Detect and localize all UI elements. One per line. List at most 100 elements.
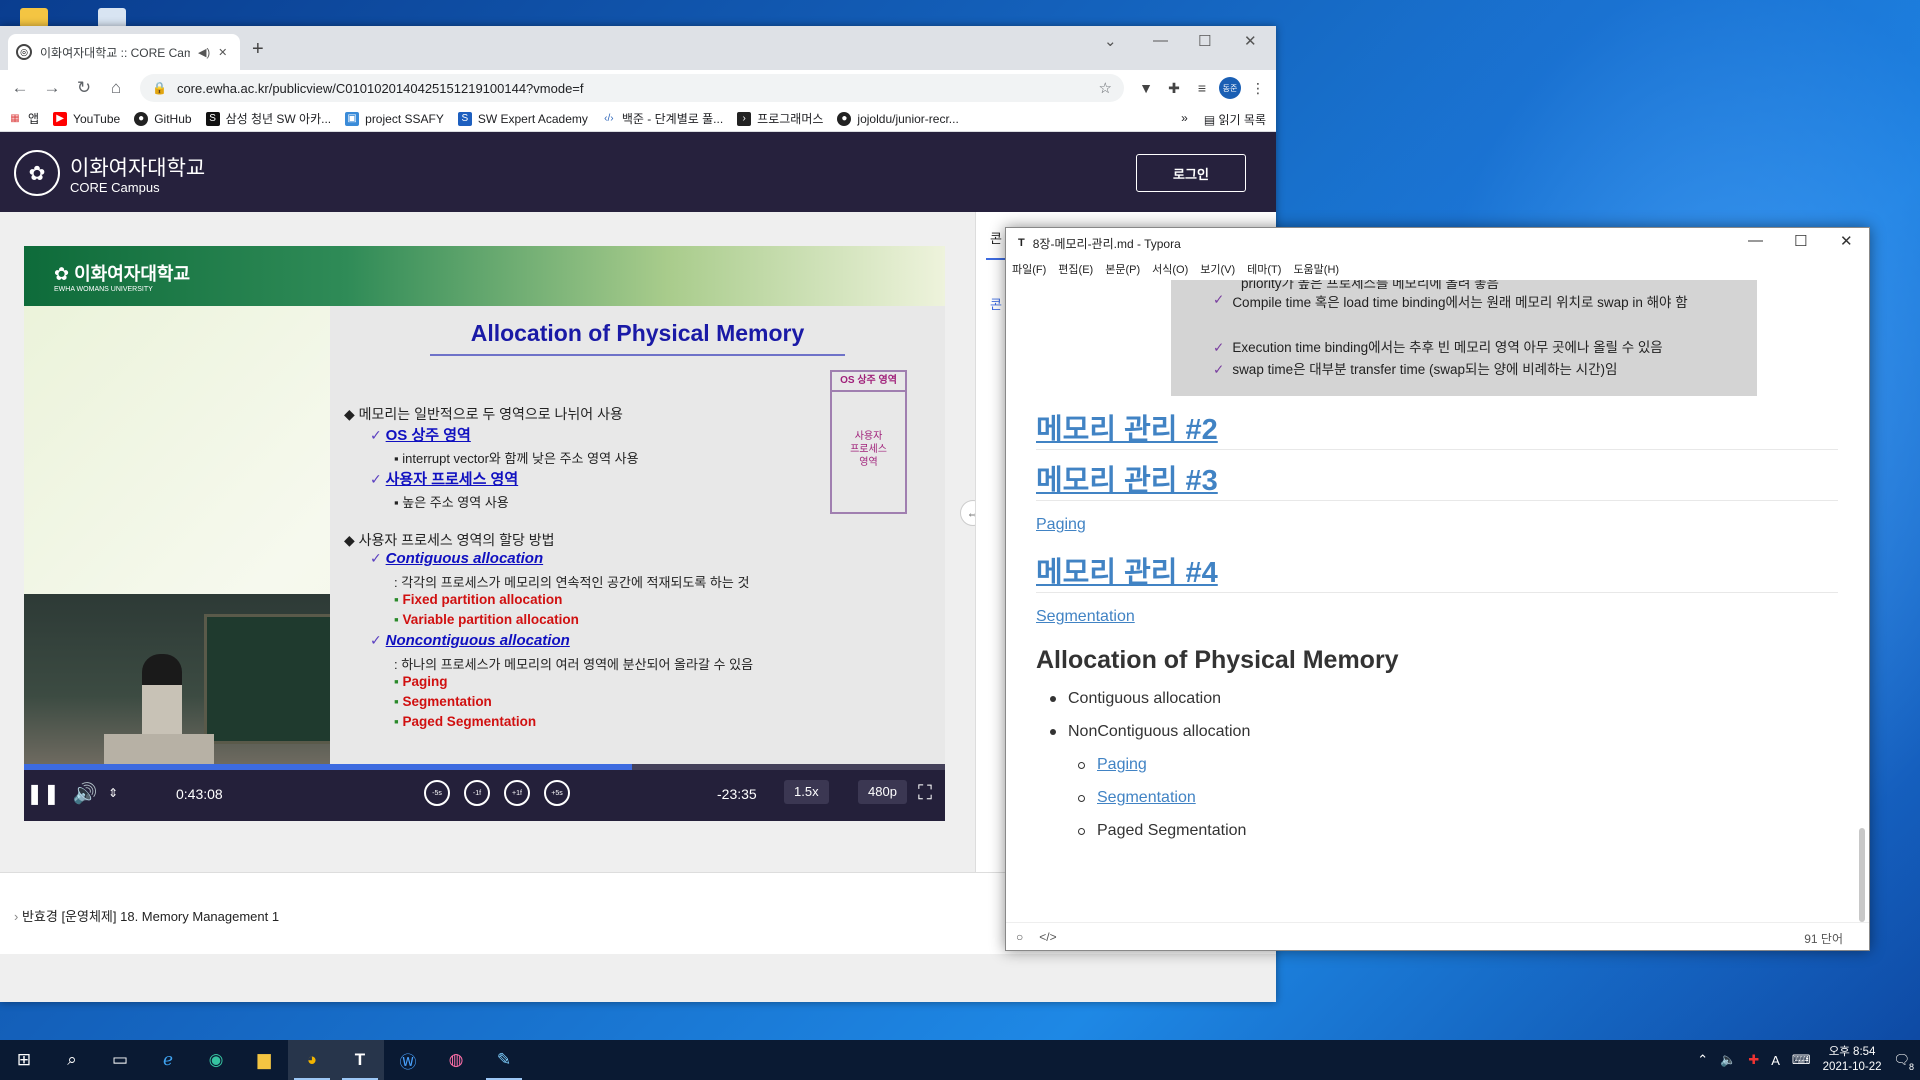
login-button[interactable]: 로그인 bbox=[1136, 154, 1246, 192]
reading-list-button[interactable]: ▤ 읽기 목록 bbox=[1204, 111, 1266, 128]
close-tab-icon[interactable]: ✕ bbox=[218, 46, 227, 59]
bookmark-programmers[interactable]: › 프로그래머스 bbox=[737, 110, 823, 127]
camera-app-icon[interactable]: ◍ bbox=[432, 1040, 480, 1080]
check-icon: ✓ bbox=[370, 632, 386, 648]
forward-5s-icon[interactable]: +5s bbox=[544, 780, 570, 806]
fullscreen-icon[interactable]: ⛶ bbox=[912, 780, 938, 806]
extensions-puzzle-icon[interactable]: ✚ bbox=[1162, 76, 1186, 100]
url-text[interactable]: core.ewha.ac.kr/publicview/C010102014042… bbox=[177, 81, 1089, 96]
speaker-icon[interactable]: ◀) bbox=[198, 46, 210, 59]
ewha-logo-icon[interactable]: ✿ bbox=[14, 150, 60, 196]
clock[interactable]: 오후 8:54 2021-10-22 bbox=[1823, 1045, 1882, 1075]
media-control-icon[interactable]: ≡ bbox=[1190, 76, 1214, 100]
folder-desktop-icon[interactable] bbox=[20, 8, 48, 28]
scrollbar[interactable] bbox=[1859, 828, 1865, 922]
bookmark-jojoldu[interactable]: ● jojoldu/junior-recr... bbox=[837, 111, 959, 126]
maximize-button[interactable]: ☐ bbox=[1198, 32, 1211, 50]
menu-file[interactable]: 파일(F) bbox=[1012, 261, 1046, 277]
typora-document[interactable]: priority가 높은 프로세스를 메모리에 올려 놓음 ✓ Compile t… bbox=[1006, 280, 1862, 922]
rewind-1f-icon[interactable]: -1f bbox=[464, 780, 490, 806]
notification-icon[interactable]: 🗨 8 bbox=[1893, 1052, 1914, 1072]
slide-line: ▪ Fixed partition allocation bbox=[394, 592, 563, 607]
app-w-icon[interactable]: Ⓦ bbox=[384, 1040, 432, 1080]
video-player[interactable]: ✿ 이화여자대학교 EWHA WOMANS UNIVERSITY Allocati… bbox=[24, 246, 945, 821]
lock-icon[interactable]: 🔒 bbox=[152, 81, 167, 95]
outline-circle-icon[interactable]: ○ bbox=[1016, 930, 1023, 944]
menu-dots-icon[interactable]: ⋮ bbox=[1246, 76, 1270, 100]
close-button[interactable]: ✕ bbox=[1840, 232, 1853, 250]
word-count[interactable]: 91 단어 bbox=[1804, 930, 1843, 947]
rewind-5s-icon[interactable]: -5s bbox=[424, 780, 450, 806]
menu-edit[interactable]: 편집(E) bbox=[1058, 261, 1093, 277]
volume-stepper-icon[interactable]: ⇕ bbox=[100, 780, 126, 806]
back-icon[interactable]: ← bbox=[6, 74, 34, 102]
bookmark-swea[interactable]: S SW Expert Academy bbox=[457, 111, 588, 126]
progress-bar[interactable] bbox=[24, 764, 945, 770]
speaker-icon[interactable]: 🔈 bbox=[1720, 1052, 1736, 1068]
bookmark-ssafy[interactable]: S 삼성 청년 SW 아카... bbox=[205, 110, 331, 127]
speed-button[interactable]: 1.5x bbox=[784, 780, 829, 804]
bookmark-apps[interactable]: ▦ 앱 bbox=[8, 110, 39, 127]
task-view-icon[interactable]: ▭ bbox=[96, 1040, 144, 1080]
menu-theme[interactable]: 테마(T) bbox=[1247, 261, 1281, 277]
chrome-taskbar-icon[interactable]: ◕ bbox=[288, 1040, 336, 1080]
heading-memory-2[interactable]: 메모리 관리 #2 bbox=[1036, 406, 1218, 448]
bookmark-project-ssafy[interactable]: ▣ project SSAFY bbox=[345, 111, 444, 126]
forward-1f-icon[interactable]: +1f bbox=[504, 780, 530, 806]
source-code-icon[interactable]: </> bbox=[1039, 930, 1056, 944]
reload-icon[interactable]: ↻ bbox=[70, 74, 98, 102]
keyboard-layout-icon[interactable]: ⌨ bbox=[1792, 1052, 1811, 1068]
heading-memory-4[interactable]: 메모리 관리 #4 bbox=[1036, 549, 1218, 591]
home-icon[interactable]: ⌂ bbox=[102, 74, 130, 102]
network-icon[interactable]: ✚ bbox=[1748, 1052, 1759, 1068]
more-bookmarks-button[interactable]: » bbox=[1181, 111, 1188, 128]
ime-indicator[interactable]: A bbox=[1771, 1053, 1780, 1068]
search-icon[interactable]: ⌕ bbox=[48, 1040, 96, 1080]
menu-paragraph[interactable]: 본문(P) bbox=[1105, 261, 1140, 277]
bookmark-baekjoon[interactable]: ‹/› 백준 - 단계별로 풀... bbox=[602, 110, 723, 127]
internet-explorer-icon[interactable]: ℯ bbox=[144, 1040, 192, 1080]
forward-icon[interactable]: → bbox=[38, 74, 66, 102]
bookmark-star-icon[interactable]: ☆ bbox=[1099, 79, 1112, 97]
paging-sublink[interactable]: Paging bbox=[1097, 756, 1147, 774]
minimize-button[interactable]: — bbox=[1748, 232, 1763, 249]
edge-icon[interactable]: ◉ bbox=[192, 1040, 240, 1080]
new-tab-button[interactable]: + bbox=[252, 38, 264, 61]
menu-format[interactable]: 서식(O) bbox=[1152, 261, 1188, 277]
minimize-button[interactable]: — bbox=[1153, 32, 1168, 49]
segmentation-link[interactable]: Segmentation bbox=[1036, 608, 1135, 626]
pause-icon[interactable]: ❚❚ bbox=[26, 780, 60, 806]
lecture-title[interactable]: › 반효경 [운영체제] 18. Memory Management 1 bbox=[14, 906, 279, 925]
quality-button[interactable]: 480p bbox=[858, 780, 907, 804]
player-controls: ❚❚ 🔊 ⇕ 0:43:08 -5s -1f +1f +5s -23:35 1.… bbox=[24, 764, 945, 821]
profile-avatar[interactable]: 동준 bbox=[1218, 76, 1242, 100]
segmentation-sublink[interactable]: Segmentation bbox=[1097, 789, 1196, 807]
browser-tab[interactable]: ◎ 이화여자대학교 :: CORE Campus ◀) ✕ bbox=[8, 34, 240, 70]
bookmarks-bar: ▦ 앱 ▶ YouTube ● GitHub S 삼성 청년 SW 아카... ▣ pro… bbox=[0, 106, 1276, 132]
check-icon: ✓ bbox=[370, 550, 386, 566]
menu-view[interactable]: 보기(V) bbox=[1200, 261, 1235, 277]
paint-app-icon[interactable]: ✎ bbox=[480, 1040, 528, 1080]
paging-link[interactable]: Paging bbox=[1036, 516, 1086, 534]
volume-icon[interactable]: 🔊 bbox=[72, 780, 98, 806]
side-panel-tab[interactable]: 콘 bbox=[990, 228, 1002, 247]
file-desktop-icon[interactable] bbox=[98, 8, 126, 28]
chevron-up-icon[interactable]: ⌃ bbox=[1697, 1052, 1708, 1068]
bookmark-youtube[interactable]: ▶ YouTube bbox=[53, 111, 120, 126]
image-text-line: ✓ swap time은 대부분 transfer time (swap되는 양에… bbox=[1213, 362, 1618, 377]
address-bar[interactable]: 🔒 core.ewha.ac.kr/publicview/C0101020140… bbox=[140, 74, 1124, 102]
close-button[interactable]: ✕ bbox=[1244, 32, 1257, 50]
heading-memory-3[interactable]: 메모리 관리 #3 bbox=[1036, 457, 1218, 499]
maximize-button[interactable]: ☐ bbox=[1794, 232, 1807, 250]
swea-icon: S bbox=[457, 111, 472, 126]
file-explorer-icon[interactable]: ▆ bbox=[240, 1040, 288, 1080]
menu-help[interactable]: 도움말(H) bbox=[1293, 261, 1339, 277]
extension-v-icon[interactable]: ▼ bbox=[1134, 76, 1158, 100]
tab-search-icon[interactable]: ⌄ bbox=[1104, 32, 1117, 50]
start-windows-icon[interactable]: ⊞ bbox=[0, 1040, 48, 1080]
bookmark-github[interactable]: ● GitHub bbox=[134, 111, 192, 126]
typora-taskbar-icon[interactable]: T bbox=[336, 1040, 384, 1080]
site-name[interactable]: 이화여자대학교 bbox=[70, 152, 205, 182]
side-panel-item[interactable]: 콘 bbox=[990, 294, 1002, 313]
tab-title: 이화여자대학교 :: CORE Campus bbox=[40, 45, 190, 60]
